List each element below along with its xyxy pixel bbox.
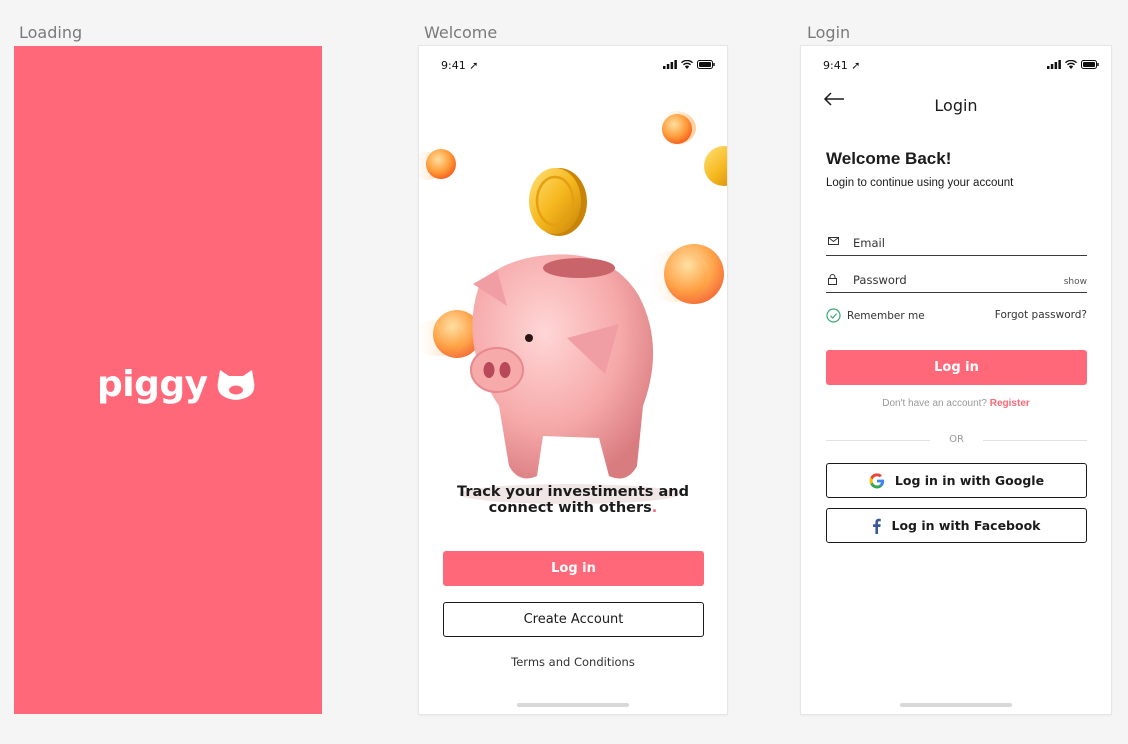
google-icon: [869, 472, 885, 488]
loading-screen: piggy: [14, 46, 322, 714]
pig-face-icon: [217, 369, 254, 400]
status-icons: [663, 60, 715, 69]
login-subheading: Login to continue using your account: [826, 177, 1014, 189]
create-account-button[interactable]: Create Account: [443, 602, 704, 637]
home-indicator: [900, 703, 1012, 707]
show-password-toggle[interactable]: show: [1064, 277, 1087, 287]
forgot-password-link[interactable]: Forgot password?: [995, 309, 1087, 321]
app-logo: piggy: [97, 364, 258, 405]
status-bar: 9:41 ➚: [419, 58, 727, 74]
password-placeholder: Password: [853, 273, 907, 287]
welcome-tagline: Track your investiments and connect with…: [419, 484, 727, 516]
frame-label-loading: Loading: [19, 23, 83, 42]
status-icons: [1047, 60, 1099, 69]
login-button[interactable]: Log in: [826, 350, 1087, 385]
password-field[interactable]: Password show: [826, 271, 1087, 293]
signal-icon: [1047, 60, 1061, 69]
status-bar: 9:41 ➚: [801, 58, 1111, 74]
remember-me-label: Remember me: [847, 309, 925, 322]
google-login-label: Log in in with Google: [894, 473, 1045, 488]
signal-icon: [663, 60, 677, 69]
email-field[interactable]: Email: [826, 234, 1087, 256]
terms-link[interactable]: Terms and Conditions: [419, 655, 727, 669]
register-link[interactable]: Register: [990, 398, 1030, 409]
battery-icon: [697, 60, 715, 69]
facebook-icon: [873, 518, 882, 534]
tagline-dot: .: [651, 500, 658, 516]
logo-text: piggy: [97, 364, 208, 405]
login-heading: Welcome Back!: [826, 149, 952, 168]
email-placeholder: Email: [853, 236, 885, 250]
wifi-icon: [1065, 60, 1077, 69]
register-prompt: Don't have an account? Register: [801, 398, 1111, 409]
nav-title: Login: [934, 96, 978, 115]
battery-icon: [1081, 60, 1099, 69]
login-screen: 9:41 ➚ Login Welcome Back! Login to cont…: [801, 46, 1111, 714]
facebook-login-button[interactable]: Log in with Facebook: [826, 508, 1087, 543]
status-time: 9:41 ➚: [441, 59, 479, 72]
remember-me-checkbox[interactable]: Remember me: [826, 308, 925, 323]
mail-icon: [828, 237, 839, 245]
frame-label-welcome: Welcome: [424, 23, 498, 42]
gold-coin: [529, 168, 587, 236]
piggy-bank: [470, 254, 654, 479]
tagline-line-2: connect with others.: [488, 500, 658, 516]
status-time: 9:41 ➚: [823, 59, 861, 72]
welcome-screen: 9:41 ➚ Track your investiments and conne…: [419, 46, 727, 714]
piggy-bank-illustration: [419, 111, 727, 504]
or-label: OR: [949, 434, 964, 445]
home-indicator: [517, 703, 629, 707]
frame-label-login: Login: [807, 23, 851, 42]
welcome-login-button[interactable]: Log in: [443, 551, 704, 586]
tagline-line-1: Track your investiments and: [457, 484, 689, 500]
wifi-icon: [681, 60, 693, 69]
google-login-button[interactable]: Log in in with Google: [826, 463, 1087, 498]
no-account-text: Don't have an account?: [882, 398, 987, 409]
check-circle-icon: [826, 308, 841, 323]
facebook-login-label: Log in with Facebook: [891, 518, 1041, 533]
or-divider: OR: [826, 434, 1087, 446]
lock-icon: [828, 274, 837, 285]
